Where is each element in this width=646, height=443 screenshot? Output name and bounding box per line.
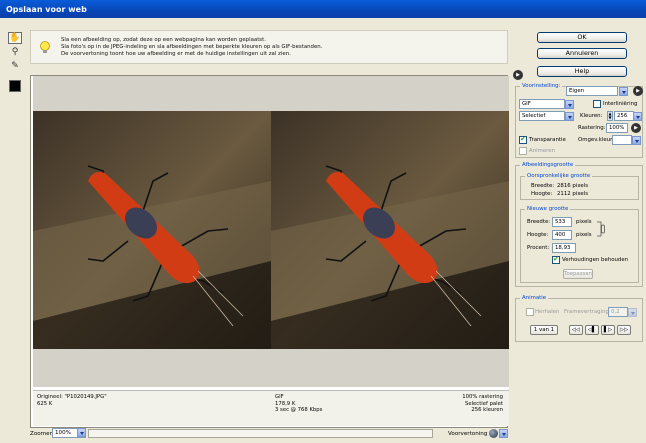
matte-label: Omgev.kleur: [578,137,615,143]
animation-title: Animatie [520,295,549,301]
colors-dropdown-icon[interactable] [633,112,642,121]
interlace-checkbox[interactable] [593,100,601,108]
help-button[interactable]: Help [537,66,627,77]
width-unit: pixels [576,219,592,225]
lightbulb-icon [40,41,50,53]
frame-delay-label: Framevertraging: [564,309,611,315]
matte-select[interactable] [612,135,632,145]
eyedropper-tool-icon[interactable]: ✎ [8,60,22,72]
height-input[interactable]: 400 [552,230,572,240]
cancel-button[interactable]: Annuleren [537,48,627,59]
collapse-arrow-icon[interactable]: ▶ [513,70,523,80]
percent-input[interactable]: 18,93 [552,243,576,253]
dither-input[interactable]: 100% [606,123,628,133]
percent-label: Procent: [527,245,550,251]
first-frame-button[interactable]: ◁◁ [569,325,583,335]
palette-select[interactable]: Selectief [519,111,565,121]
format-select[interactable]: GIF [519,99,565,109]
dither-slider-icon[interactable]: ▶ [631,123,641,133]
animate-checkbox[interactable] [519,147,527,155]
apply-button[interactable]: Toepassen [563,269,593,279]
format-dropdown-icon[interactable] [565,100,574,109]
optimized-image [271,111,509,349]
status-bar: Zoomen: 100% Voorvertoning in: [0,428,508,443]
optimized-info: GIF 178,9 K 3 sec @ 768 Kbps 100% raster… [271,390,509,426]
dither-label: Rastering: [578,125,606,131]
original-size-group: Oorspronkelijke grootte Breedte: 2816 pi… [520,173,639,200]
prev-frame-button[interactable]: ◁▌ [585,325,599,335]
loop-checkbox[interactable] [526,308,534,316]
preview-area: Origineel: "P1020149.JPG" 625 K GIF 178,… [30,75,509,428]
original-preview-pane[interactable]: Origineel: "P1020149.JPG" 625 K [33,76,271,426]
optimized-dither: 100% rastering [462,394,503,400]
orig-width-label: Breedte: [531,183,555,189]
matte-dropdown-icon[interactable] [632,136,641,145]
height-label: Hoogte: [527,232,549,238]
loop-label: Herhalen [535,309,560,315]
progress-bar [88,429,433,438]
width-input[interactable]: 533 [552,217,572,227]
original-size: 625 K [37,400,53,407]
orig-height-value: 2112 pixels [557,191,588,197]
preset-label: Voorinstelling: [520,83,563,89]
browser-globe-icon[interactable] [489,429,498,438]
animate-label: Animeren [529,148,556,154]
original-size-title: Oorspronkelijke grootte [525,173,593,179]
optimized-preview-pane[interactable]: GIF 178,9 K 3 sec @ 768 Kbps 100% raster… [271,76,509,426]
original-image [33,111,271,349]
animation-group: Animatie Herhalen Framevertraging: 0,2 1… [515,295,643,342]
browser-dropdown-icon[interactable] [499,429,508,438]
next-frame-button[interactable]: ▌▷ [601,325,615,335]
frame-counter: 1 van 1 [530,325,558,335]
palette-dropdown-icon[interactable] [565,112,574,121]
settings-group: Voorinstelling: Eigen ▶ GIF Interliniëri… [515,83,643,158]
zoom-dropdown-icon[interactable] [77,428,86,437]
interlace-label: Interliniëring [603,101,638,107]
colors-spinner[interactable]: ▲ ▼ [607,111,613,121]
height-unit: pixels [576,232,592,238]
frame-delay-select[interactable]: 0,2 [608,307,628,317]
ok-button[interactable]: OK [537,32,627,43]
orig-height-label: Hoogte: [531,191,553,197]
original-info: Origineel: "P1020149.JPG" 625 K [33,390,271,426]
hand-tool-icon[interactable]: ✋ [8,32,22,44]
transparency-checkbox[interactable] [519,135,527,144]
last-frame-button[interactable]: ▷▷ [617,325,631,335]
link-chain-icon [597,221,605,237]
hint-line-3: De voorvertoning toont hoe uw afbeelding… [61,50,291,57]
image-size-title: Afbeeldingsgrootte [520,162,576,168]
hint-line-2: Sla foto's op in de JPEG-indeling en sla… [61,43,323,50]
transparency-label: Transparantie [529,137,566,143]
width-label: Breedte: [527,219,551,225]
optimized-colors: 256 kleuren [471,407,503,413]
settings-menu-icon[interactable]: ▶ [633,86,643,96]
color-swatch[interactable] [9,80,21,92]
colors-label: Kleuren: [580,113,603,119]
window-title: Opslaan voor web [0,0,646,18]
preset-dropdown-icon[interactable] [619,87,628,96]
hint-line-1: Sla een afbeelding op, zodat deze op een… [61,37,266,43]
frame-delay-dropdown-icon[interactable] [628,308,637,317]
new-size-title: Nieuwe grootte [525,206,571,212]
hint-panel: Sla een afbeelding op, zodat deze op een… [30,30,508,64]
constrain-checkbox[interactable] [552,255,560,264]
image-size-group: Afbeeldingsgrootte Oorspronkelijke groot… [515,162,643,287]
preset-select[interactable]: Eigen [566,86,618,96]
zoom-tool-icon[interactable]: ⚲ [8,46,22,58]
toolbox: ✋ ⚲ ✎ [8,32,24,92]
new-size-group: Nieuwe grootte Breedte: 533 pixels Hoogt… [520,206,639,283]
orig-width-value: 2816 pixels [557,183,588,189]
constrain-label: Verhoudingen behouden [562,257,629,263]
colors-select[interactable]: 256 [614,111,634,121]
